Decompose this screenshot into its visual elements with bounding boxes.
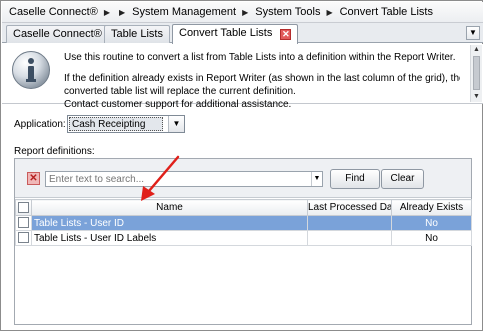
info-line: converted table list will replace the cu… bbox=[64, 86, 296, 97]
report-definitions-grid: Name Last Processed Date Already Exists … bbox=[15, 199, 472, 246]
tab-strip: Caselle Connect® Table Lists Convert Tab… bbox=[2, 23, 483, 44]
table-row[interactable]: Table Lists - User ID No bbox=[15, 215, 472, 231]
breadcrumb: Caselle Connect® ▶ ▶ System Management ▶… bbox=[2, 2, 483, 23]
search-dropdown-chevron-down-icon[interactable]: ▼ bbox=[311, 172, 322, 186]
last-processed-cell[interactable] bbox=[307, 215, 392, 231]
row-checkbox-cell[interactable] bbox=[15, 215, 32, 231]
breadcrumb-separator-icon: ▶ bbox=[242, 7, 249, 17]
breadcrumb-item-system-management[interactable]: System Management bbox=[130, 6, 238, 18]
tab-label: Table Lists bbox=[111, 28, 163, 40]
breadcrumb-separator-icon: ▶ bbox=[118, 7, 126, 17]
table-row[interactable]: Table Lists - User ID Labels No bbox=[15, 230, 472, 246]
info-line: If the definition already exists in Repo… bbox=[64, 73, 460, 84]
scroll-up-icon[interactable]: ▲ bbox=[471, 45, 482, 55]
column-header-last-processed[interactable]: Last Processed Date bbox=[307, 199, 392, 216]
search-toolbar: ✕ ▼ Find Clear bbox=[15, 159, 471, 198]
application-select[interactable]: Cash Receipting ▼ bbox=[67, 115, 185, 133]
row-checkbox[interactable] bbox=[18, 217, 29, 229]
already-exists-cell[interactable]: No bbox=[391, 230, 472, 246]
tab-label: Caselle Connect® bbox=[13, 28, 102, 40]
breadcrumb-item-system-tools[interactable]: System Tools bbox=[253, 6, 322, 18]
breadcrumb-separator-icon: ▶ bbox=[103, 7, 110, 17]
chevron-down-icon[interactable]: ▼ bbox=[168, 116, 184, 132]
info-panel: Use this routine to convert a list from … bbox=[2, 44, 483, 110]
breadcrumb-item-caselle-connect[interactable]: Caselle Connect® bbox=[7, 6, 100, 18]
tab-menu-chevron-down-icon[interactable]: ▼ bbox=[466, 26, 480, 40]
clear-search-icon[interactable]: ✕ bbox=[27, 172, 40, 185]
arrow-annotation bbox=[141, 155, 180, 201]
window: Caselle Connect® ▶ ▶ System Management ▶… bbox=[0, 0, 483, 331]
scroll-thumb[interactable] bbox=[473, 56, 480, 90]
scroll-down-icon[interactable]: ▼ bbox=[471, 92, 482, 102]
close-icon[interactable]: ✕ bbox=[280, 29, 292, 40]
application-label: Application: bbox=[14, 119, 66, 130]
select-all-checkbox[interactable] bbox=[18, 201, 29, 213]
row-checkbox-cell[interactable] bbox=[15, 230, 32, 246]
breadcrumb-item-convert-table-lists[interactable]: Convert Table Lists bbox=[338, 6, 435, 18]
report-definitions-panel: ✕ ▼ Find Clear Name Last Processed Date … bbox=[14, 158, 472, 325]
tab-caselle-connect[interactable]: Caselle Connect® bbox=[6, 25, 109, 43]
select-all-checkbox-cell[interactable] bbox=[15, 199, 32, 216]
row-checkbox[interactable] bbox=[18, 232, 29, 244]
tab-table-lists[interactable]: Table Lists bbox=[104, 25, 170, 43]
find-button[interactable]: Find bbox=[330, 169, 380, 189]
tab-label: Convert Table Lists bbox=[179, 27, 273, 39]
tab-convert-table-lists[interactable]: Convert Table Lists ✕ bbox=[172, 24, 299, 44]
info-line: Use this routine to convert a list from … bbox=[64, 52, 456, 63]
clear-button[interactable]: Clear bbox=[381, 169, 424, 189]
column-header-already-exists[interactable]: Already Exists bbox=[391, 199, 472, 216]
report-definitions-label: Report definitions: bbox=[14, 146, 95, 157]
info-icon bbox=[12, 51, 50, 89]
application-select-value: Cash Receipting bbox=[69, 117, 163, 131]
already-exists-cell[interactable]: No bbox=[391, 215, 472, 231]
breadcrumb-separator-icon: ▶ bbox=[326, 7, 333, 17]
info-line: Contact customer support for additional … bbox=[64, 99, 292, 110]
last-processed-cell[interactable] bbox=[307, 230, 392, 246]
info-scrollbar[interactable]: ▲ ▼ bbox=[470, 45, 482, 102]
grid-header-row: Name Last Processed Date Already Exists bbox=[15, 199, 472, 216]
name-cell[interactable]: Table Lists - User ID Labels bbox=[31, 230, 308, 246]
name-cell[interactable]: Table Lists - User ID bbox=[31, 215, 308, 231]
info-text: Use this routine to convert a list from … bbox=[64, 51, 460, 111]
